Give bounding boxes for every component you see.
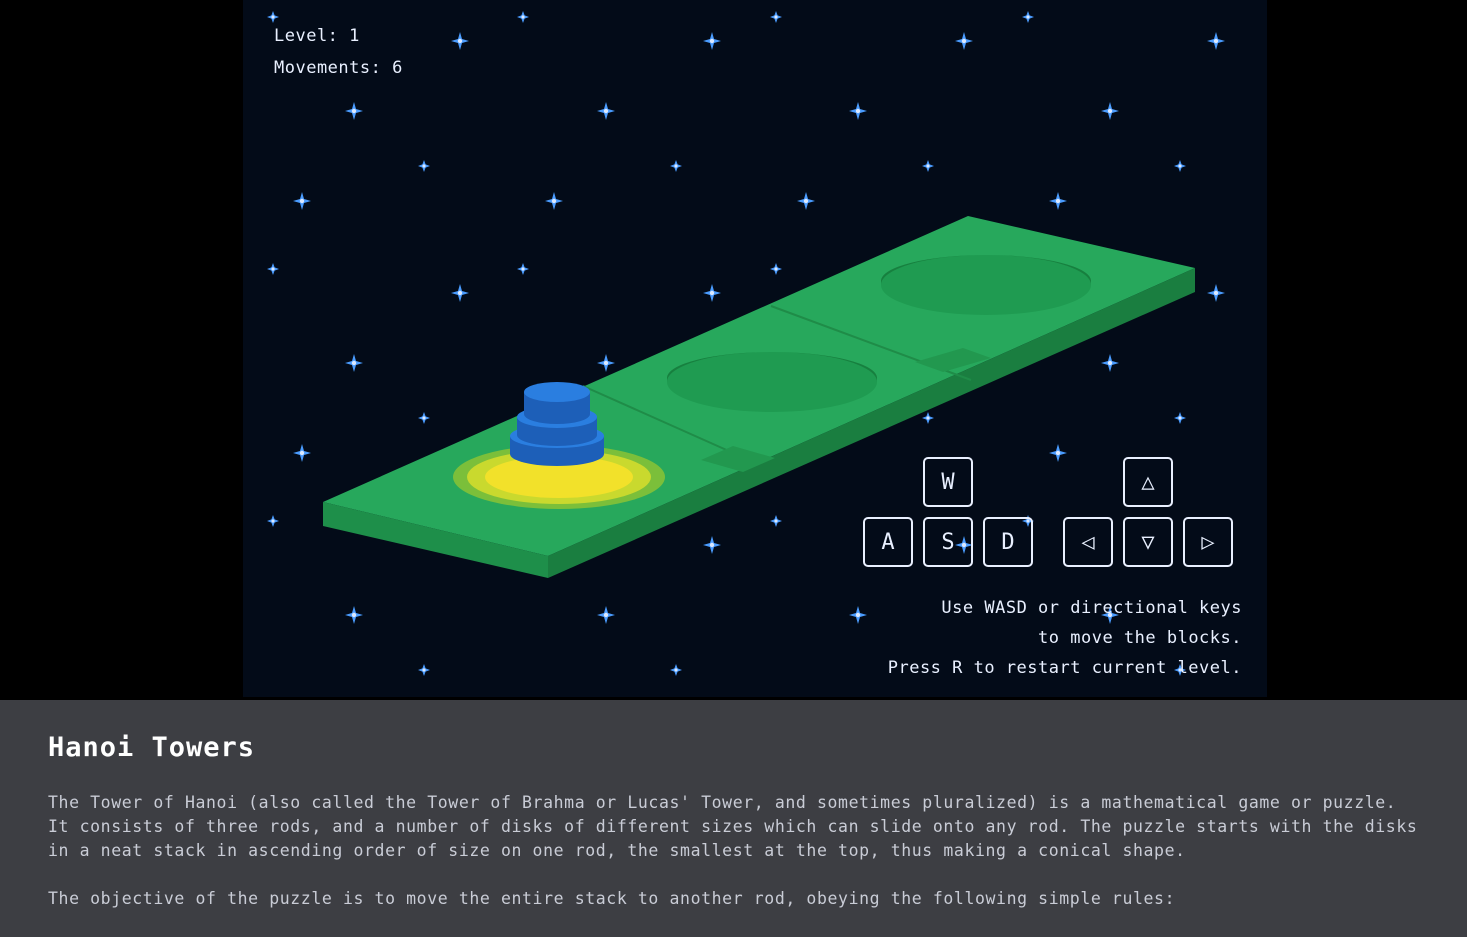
key-d[interactable]: D xyxy=(983,517,1033,567)
star-core xyxy=(1178,164,1182,168)
star-core xyxy=(1178,416,1182,420)
star-core xyxy=(457,38,463,44)
star-core xyxy=(774,15,778,19)
star-core xyxy=(855,108,861,114)
key-w[interactable]: W xyxy=(923,457,973,507)
key-s[interactable]: S xyxy=(923,517,973,567)
star-core xyxy=(351,612,357,618)
description-paragraph-2: The objective of the puzzle is to move t… xyxy=(48,889,1176,908)
rod-hole-2 xyxy=(667,352,877,412)
key-arrow-right[interactable]: ▷ xyxy=(1183,517,1233,567)
star-core xyxy=(457,290,463,296)
key-arrow-left[interactable]: ◁ xyxy=(1063,517,1113,567)
page-title: Hanoi Towers xyxy=(48,732,256,763)
star-core xyxy=(351,360,357,366)
description-paragraph-1: The Tower of Hanoi (also called the Towe… xyxy=(48,793,1418,860)
star-core xyxy=(1213,290,1219,296)
disk-top xyxy=(524,382,590,402)
star-core xyxy=(926,416,930,420)
star-core xyxy=(603,612,609,618)
star-core xyxy=(299,450,305,456)
star-core xyxy=(299,198,305,204)
help-line-3: Press R to restart current level. xyxy=(887,658,1242,678)
movements-counter: Movements: 6 xyxy=(274,58,403,78)
star-core xyxy=(1213,38,1219,44)
star-core xyxy=(926,164,930,168)
help-line-2: to move the blocks. xyxy=(1038,628,1242,648)
star-core xyxy=(1107,360,1113,366)
star-core xyxy=(271,519,275,523)
star-core xyxy=(674,668,678,672)
star-core xyxy=(855,612,861,618)
key-arrow-up[interactable]: △ xyxy=(1123,457,1173,507)
star-core xyxy=(961,38,967,44)
star-core xyxy=(709,290,715,296)
star-core xyxy=(271,15,275,19)
star-core xyxy=(674,164,678,168)
game-scene xyxy=(267,11,1225,676)
star-core xyxy=(709,38,715,44)
star-core xyxy=(351,108,357,114)
level-label: Level: 1 xyxy=(274,26,360,46)
star-core xyxy=(422,164,426,168)
star-core xyxy=(551,198,557,204)
star-core xyxy=(603,360,609,366)
star-core xyxy=(1026,15,1030,19)
star-core xyxy=(803,198,809,204)
star-core xyxy=(521,15,525,19)
star-core xyxy=(603,108,609,114)
key-a[interactable]: A xyxy=(863,517,913,567)
rod-hole-3 xyxy=(881,255,1091,315)
star-core xyxy=(422,416,426,420)
star-core xyxy=(1107,108,1113,114)
star-core xyxy=(774,267,778,271)
help-line-1: Use WASD or directional keys xyxy=(941,598,1242,618)
info-panel: Hanoi Towers The Tower of Hanoi (also ca… xyxy=(0,700,1467,937)
game-canvas[interactable]: Level: 1 Movements: 6 W A S D △ ◁ ▽ ▷ Us… xyxy=(243,0,1267,697)
star-core xyxy=(774,519,778,523)
star-core xyxy=(709,542,715,548)
star-core xyxy=(521,267,525,271)
key-arrow-down[interactable]: ▽ xyxy=(1123,517,1173,567)
star-core xyxy=(271,267,275,271)
star-core xyxy=(1055,450,1061,456)
star-core xyxy=(422,668,426,672)
star-core xyxy=(1055,198,1061,204)
